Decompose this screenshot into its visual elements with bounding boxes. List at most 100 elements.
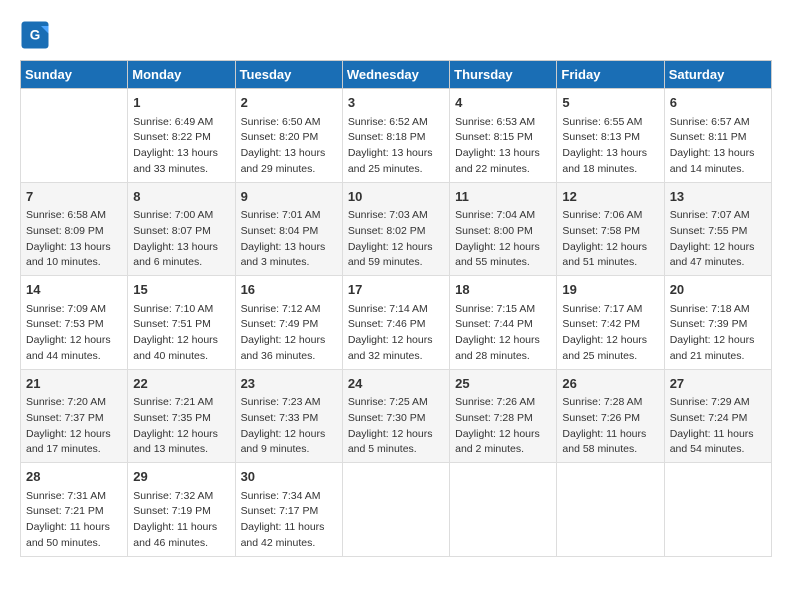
day-info: Sunrise: 7:20 AM Sunset: 7:37 PM Dayligh…: [26, 395, 122, 458]
calendar-cell: 22Sunrise: 7:21 AM Sunset: 7:35 PM Dayli…: [128, 369, 235, 463]
day-number: 19: [562, 280, 658, 300]
day-number: 24: [348, 374, 444, 394]
day-number: 5: [562, 93, 658, 113]
calendar-cell: 1Sunrise: 6:49 AM Sunset: 8:22 PM Daylig…: [128, 89, 235, 183]
day-info: Sunrise: 7:34 AM Sunset: 7:17 PM Dayligh…: [241, 489, 337, 552]
day-number: 8: [133, 187, 229, 207]
day-number: 7: [26, 187, 122, 207]
calendar-cell: 16Sunrise: 7:12 AM Sunset: 7:49 PM Dayli…: [235, 276, 342, 370]
day-info: Sunrise: 7:25 AM Sunset: 7:30 PM Dayligh…: [348, 395, 444, 458]
calendar-cell: 11Sunrise: 7:04 AM Sunset: 8:00 PM Dayli…: [450, 182, 557, 276]
day-info: Sunrise: 7:23 AM Sunset: 7:33 PM Dayligh…: [241, 395, 337, 458]
calendar-cell: [21, 89, 128, 183]
day-number: 23: [241, 374, 337, 394]
header-sunday: Sunday: [21, 61, 128, 89]
calendar-cell: 29Sunrise: 7:32 AM Sunset: 7:19 PM Dayli…: [128, 463, 235, 557]
day-info: Sunrise: 7:28 AM Sunset: 7:26 PM Dayligh…: [562, 395, 658, 458]
calendar-cell: 18Sunrise: 7:15 AM Sunset: 7:44 PM Dayli…: [450, 276, 557, 370]
calendar-cell: 9Sunrise: 7:01 AM Sunset: 8:04 PM Daylig…: [235, 182, 342, 276]
calendar-cell: 20Sunrise: 7:18 AM Sunset: 7:39 PM Dayli…: [664, 276, 771, 370]
header-wednesday: Wednesday: [342, 61, 449, 89]
calendar-cell: 7Sunrise: 6:58 AM Sunset: 8:09 PM Daylig…: [21, 182, 128, 276]
day-number: 13: [670, 187, 766, 207]
day-number: 9: [241, 187, 337, 207]
day-info: Sunrise: 6:58 AM Sunset: 8:09 PM Dayligh…: [26, 208, 122, 271]
day-info: Sunrise: 7:26 AM Sunset: 7:28 PM Dayligh…: [455, 395, 551, 458]
calendar-cell: 25Sunrise: 7:26 AM Sunset: 7:28 PM Dayli…: [450, 369, 557, 463]
day-number: 3: [348, 93, 444, 113]
calendar-table: SundayMondayTuesdayWednesdayThursdayFrid…: [20, 60, 772, 557]
calendar-cell: 23Sunrise: 7:23 AM Sunset: 7:33 PM Dayli…: [235, 369, 342, 463]
calendar-cell: [557, 463, 664, 557]
calendar-cell: 12Sunrise: 7:06 AM Sunset: 7:58 PM Dayli…: [557, 182, 664, 276]
calendar-cell: [664, 463, 771, 557]
header-tuesday: Tuesday: [235, 61, 342, 89]
day-info: Sunrise: 7:32 AM Sunset: 7:19 PM Dayligh…: [133, 489, 229, 552]
calendar-cell: 21Sunrise: 7:20 AM Sunset: 7:37 PM Dayli…: [21, 369, 128, 463]
day-number: 6: [670, 93, 766, 113]
logo: G: [20, 20, 54, 50]
calendar-week-5: 28Sunrise: 7:31 AM Sunset: 7:21 PM Dayli…: [21, 463, 772, 557]
day-number: 12: [562, 187, 658, 207]
calendar-cell: 5Sunrise: 6:55 AM Sunset: 8:13 PM Daylig…: [557, 89, 664, 183]
day-info: Sunrise: 7:07 AM Sunset: 7:55 PM Dayligh…: [670, 208, 766, 271]
day-number: 20: [670, 280, 766, 300]
day-number: 10: [348, 187, 444, 207]
day-number: 21: [26, 374, 122, 394]
calendar-week-3: 14Sunrise: 7:09 AM Sunset: 7:53 PM Dayli…: [21, 276, 772, 370]
day-info: Sunrise: 7:00 AM Sunset: 8:07 PM Dayligh…: [133, 208, 229, 271]
calendar-cell: 14Sunrise: 7:09 AM Sunset: 7:53 PM Dayli…: [21, 276, 128, 370]
calendar-cell: 4Sunrise: 6:53 AM Sunset: 8:15 PM Daylig…: [450, 89, 557, 183]
calendar-week-4: 21Sunrise: 7:20 AM Sunset: 7:37 PM Dayli…: [21, 369, 772, 463]
day-info: Sunrise: 7:06 AM Sunset: 7:58 PM Dayligh…: [562, 208, 658, 271]
calendar-week-2: 7Sunrise: 6:58 AM Sunset: 8:09 PM Daylig…: [21, 182, 772, 276]
day-number: 26: [562, 374, 658, 394]
day-info: Sunrise: 7:29 AM Sunset: 7:24 PM Dayligh…: [670, 395, 766, 458]
header-friday: Friday: [557, 61, 664, 89]
day-info: Sunrise: 6:57 AM Sunset: 8:11 PM Dayligh…: [670, 115, 766, 178]
calendar-week-1: 1Sunrise: 6:49 AM Sunset: 8:22 PM Daylig…: [21, 89, 772, 183]
day-info: Sunrise: 7:03 AM Sunset: 8:02 PM Dayligh…: [348, 208, 444, 271]
header-thursday: Thursday: [450, 61, 557, 89]
day-info: Sunrise: 7:09 AM Sunset: 7:53 PM Dayligh…: [26, 302, 122, 365]
day-number: 29: [133, 467, 229, 487]
calendar-cell: [342, 463, 449, 557]
day-number: 4: [455, 93, 551, 113]
header-saturday: Saturday: [664, 61, 771, 89]
calendar-cell: 13Sunrise: 7:07 AM Sunset: 7:55 PM Dayli…: [664, 182, 771, 276]
day-info: Sunrise: 7:10 AM Sunset: 7:51 PM Dayligh…: [133, 302, 229, 365]
day-number: 11: [455, 187, 551, 207]
header-monday: Monday: [128, 61, 235, 89]
calendar-cell: 17Sunrise: 7:14 AM Sunset: 7:46 PM Dayli…: [342, 276, 449, 370]
calendar-cell: 19Sunrise: 7:17 AM Sunset: 7:42 PM Dayli…: [557, 276, 664, 370]
day-number: 25: [455, 374, 551, 394]
day-number: 1: [133, 93, 229, 113]
calendar-cell: 8Sunrise: 7:00 AM Sunset: 8:07 PM Daylig…: [128, 182, 235, 276]
calendar-cell: 26Sunrise: 7:28 AM Sunset: 7:26 PM Dayli…: [557, 369, 664, 463]
day-info: Sunrise: 6:50 AM Sunset: 8:20 PM Dayligh…: [241, 115, 337, 178]
calendar-cell: 3Sunrise: 6:52 AM Sunset: 8:18 PM Daylig…: [342, 89, 449, 183]
day-info: Sunrise: 6:52 AM Sunset: 8:18 PM Dayligh…: [348, 115, 444, 178]
day-info: Sunrise: 6:49 AM Sunset: 8:22 PM Dayligh…: [133, 115, 229, 178]
day-info: Sunrise: 6:55 AM Sunset: 8:13 PM Dayligh…: [562, 115, 658, 178]
svg-text:G: G: [30, 28, 41, 43]
day-info: Sunrise: 7:04 AM Sunset: 8:00 PM Dayligh…: [455, 208, 551, 271]
day-number: 15: [133, 280, 229, 300]
logo-icon: G: [20, 20, 50, 50]
day-info: Sunrise: 7:15 AM Sunset: 7:44 PM Dayligh…: [455, 302, 551, 365]
calendar-cell: [450, 463, 557, 557]
calendar-cell: 28Sunrise: 7:31 AM Sunset: 7:21 PM Dayli…: [21, 463, 128, 557]
day-info: Sunrise: 7:01 AM Sunset: 8:04 PM Dayligh…: [241, 208, 337, 271]
calendar-cell: 24Sunrise: 7:25 AM Sunset: 7:30 PM Dayli…: [342, 369, 449, 463]
calendar-header-row: SundayMondayTuesdayWednesdayThursdayFrid…: [21, 61, 772, 89]
day-number: 27: [670, 374, 766, 394]
day-number: 30: [241, 467, 337, 487]
day-number: 28: [26, 467, 122, 487]
calendar-cell: 27Sunrise: 7:29 AM Sunset: 7:24 PM Dayli…: [664, 369, 771, 463]
day-info: Sunrise: 7:31 AM Sunset: 7:21 PM Dayligh…: [26, 489, 122, 552]
day-info: Sunrise: 7:17 AM Sunset: 7:42 PM Dayligh…: [562, 302, 658, 365]
calendar-cell: 30Sunrise: 7:34 AM Sunset: 7:17 PM Dayli…: [235, 463, 342, 557]
day-info: Sunrise: 7:18 AM Sunset: 7:39 PM Dayligh…: [670, 302, 766, 365]
day-number: 17: [348, 280, 444, 300]
day-info: Sunrise: 7:12 AM Sunset: 7:49 PM Dayligh…: [241, 302, 337, 365]
